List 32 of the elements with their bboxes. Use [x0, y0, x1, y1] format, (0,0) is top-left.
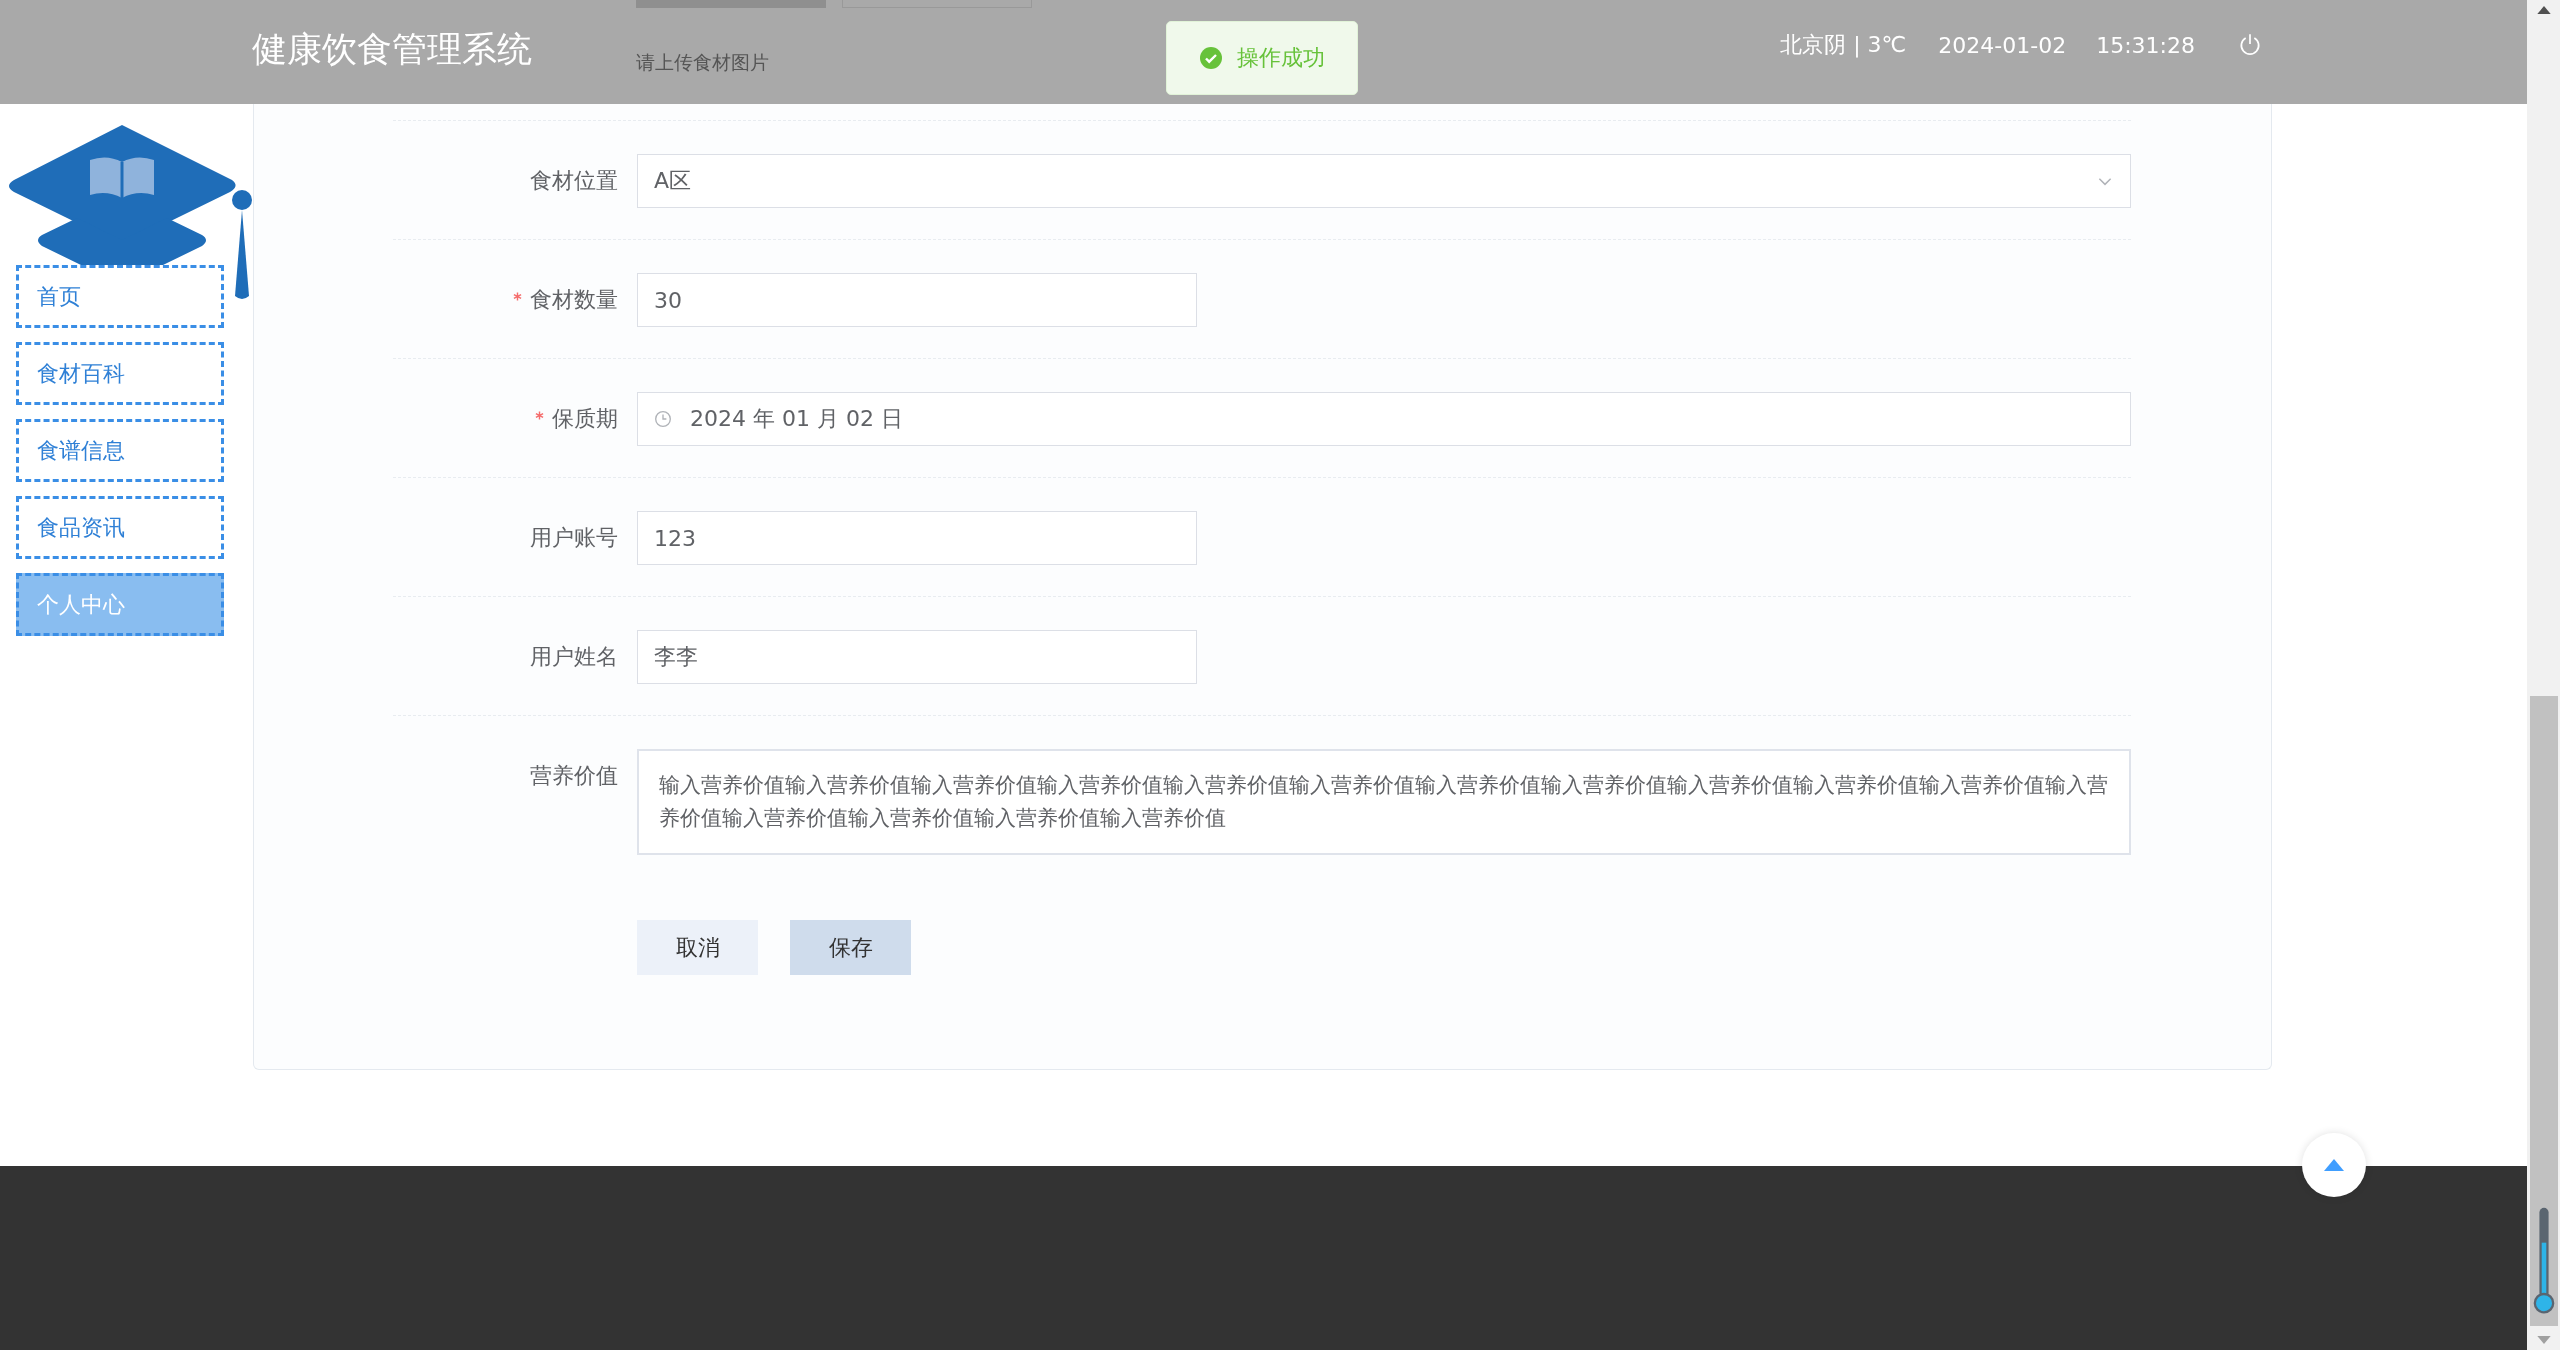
input-field[interactable]: 李李 [637, 630, 1197, 684]
arrow-up-icon [2536, 6, 2551, 14]
scrollbar[interactable] [2527, 0, 2560, 1350]
weather-text: 北京阴 | 3℃ [1780, 31, 1907, 60]
thermometer-icon [2532, 1206, 2555, 1316]
upload-hint: 请上传食材图片 [636, 50, 769, 75]
input-field[interactable]: 123 [637, 511, 1197, 565]
select-field[interactable]: A区 [637, 154, 2131, 208]
text-area[interactable]: 输入营养价值输入营养价值输入营养价值输入营养价值输入营养价值输入营养价值输入营养价值输入营养价值输入营养价值输入营养价值输入营养价值输入营养价值输入营养价值输入营养价值输入营养价值输入营养价值 [637, 749, 2131, 855]
input-field[interactable]: 30 [637, 273, 1197, 327]
field-label: 用户姓名 [530, 643, 618, 671]
save-button[interactable]: 保存 [790, 920, 911, 975]
clock-icon [654, 410, 672, 428]
arrow-down-icon [2536, 1336, 2551, 1344]
check-circle-icon [1199, 46, 1223, 70]
time-text: 15:31:28 [2096, 32, 2195, 58]
sidebar-item[interactable]: 食品资讯 [16, 496, 224, 559]
date-field[interactable]: 2024 年 01 月 02 日 [637, 392, 2131, 446]
field-label: 食材数量 [530, 286, 618, 314]
app-title: 健康饮食管理系统 [252, 28, 532, 71]
cancel-button[interactable]: 取消 [637, 920, 758, 975]
toast-message: 操作成功 [1237, 44, 1325, 72]
sidebar-item[interactable]: 食材百科 [16, 342, 224, 405]
field-label: 营养价值 [530, 762, 618, 790]
field-label: 用户账号 [530, 524, 618, 552]
back-to-top-button[interactable] [2302, 1133, 2366, 1197]
field-label: 保质期 [552, 405, 618, 433]
sidebar-item[interactable]: 食谱信息 [16, 419, 224, 482]
field-label: 食材位置 [530, 167, 618, 195]
sidebar-item[interactable]: 首页 [16, 265, 224, 328]
date-text: 2024-01-02 [1938, 32, 2067, 58]
triangle-up-icon [2324, 1159, 2344, 1171]
